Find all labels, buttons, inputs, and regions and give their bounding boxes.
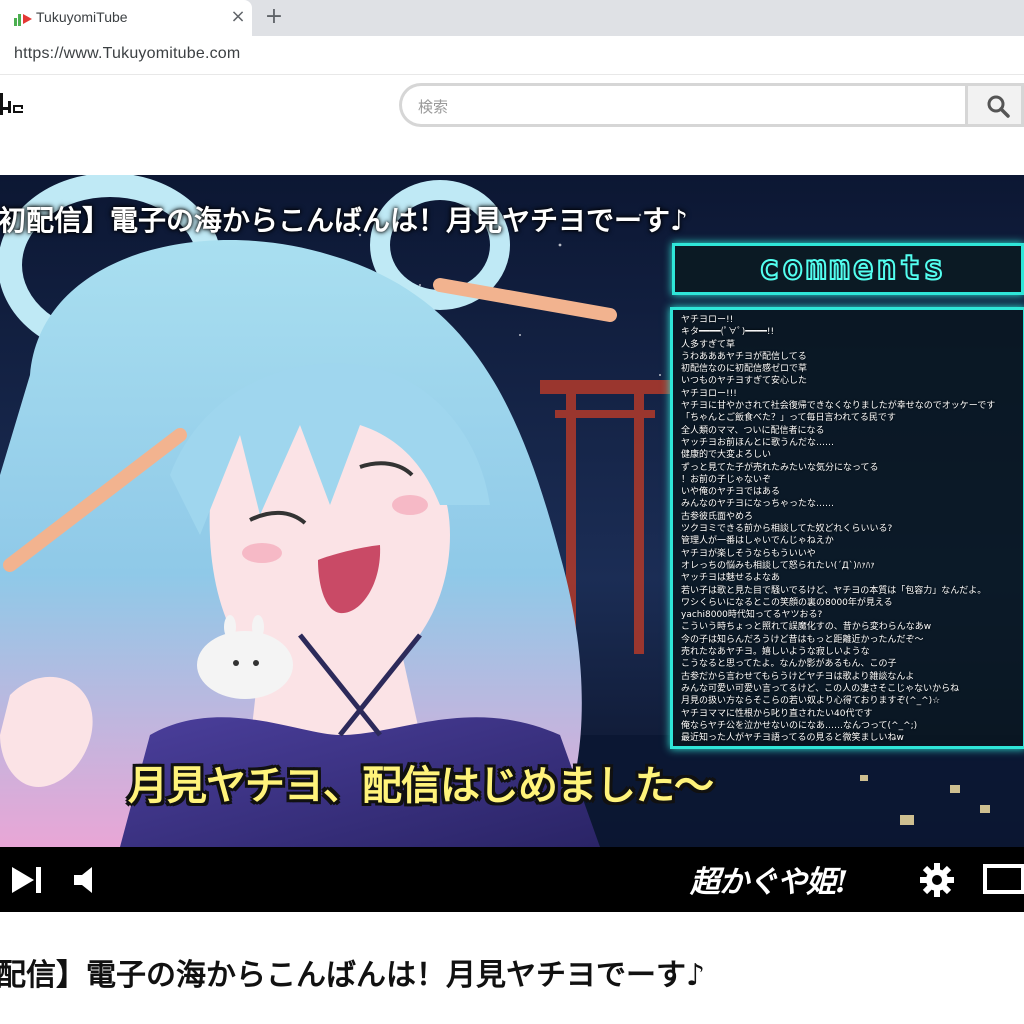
comment-item: ヤッチヨお前ほんとに歌うんだな…… [681, 437, 835, 448]
site-logo[interactable] [0, 89, 30, 119]
comment-item: 「ちゃんとご飯食べた？」って毎日言われてる民です [681, 413, 896, 424]
browser-tab[interactable]: TukuyomiTube × [0, 0, 252, 36]
tab-title: TukuyomiTube [36, 9, 128, 25]
comment-item: ！お前の子じゃないぞ [681, 474, 772, 485]
comment-item: 若い子は歌と見た目で騒いでるけど、ヤチヨの本質は「包容力」なんだよ。 [681, 585, 987, 596]
site-header [0, 75, 1024, 145]
comments-panel: comments ヤチヨロー!! キタ━━━━(ﾟ∀ﾟ)━━━━!! 人多すぎて草う… [668, 239, 1024, 749]
search-box [399, 83, 965, 127]
comment-list: ヤチヨロー!! キタ━━━━(ﾟ∀ﾟ)━━━━!! 人多すぎて草 うわあああヤチヨが配… [673, 310, 1023, 744]
comment-item: キタ━━━━(ﾟ∀ﾟ)━━━━!! [681, 327, 775, 338]
comment-item: ヤッチヨは魅せるよなあ [681, 573, 781, 584]
search-button[interactable] [965, 83, 1024, 127]
comment-item: 人多すぎて草 [681, 339, 736, 350]
address-bar[interactable]: https://www.Tukuyomitube.com [0, 36, 1024, 75]
comment-item: 俺ならヤチ公を泣かせないのになあ……なんつって(^_^;) [681, 720, 918, 731]
comment-item: 売れたなあヤチヨ。嬉しいような寂しいような [681, 647, 870, 658]
comment-item: みんなのヤチヨになっちゃったな…… [681, 499, 835, 510]
video-title: 配信】電子の海からこんばんは！月見ヤチヨでーす♪ [0, 958, 706, 993]
comment-item: いつものヤチヨすぎて安心した [681, 376, 808, 387]
brand-logo: 超かぐや姫! [690, 865, 848, 900]
comments-body: ヤチヨロー!! キタ━━━━(ﾟ∀ﾟ)━━━━!! 人多すぎて草 うわあああヤチヨが配… [670, 307, 1024, 749]
video-player[interactable]: 初配信】電子の海からこんばんは！月見ヤチヨでーす♪ comments ヤチヨロー… [0, 175, 1024, 912]
search-input[interactable] [416, 94, 940, 120]
comment-item: 月見の扱い方ならそこらの若い奴より心得ておりますぞ(^_^)☆ [681, 696, 941, 707]
comment-item: こうなると思ってたよ。なんか影があるもん、この子 [681, 659, 897, 670]
comment-item: 健康的で大変よろしい [681, 450, 772, 461]
overlay-stream-title: 初配信】電子の海からこんばんは！月見ヤチヨでーす♪ [0, 204, 688, 237]
comment-item: ワシくらいになるとこの笑顔の裏の8000年が見える [681, 597, 893, 608]
comment-item: 古参だから言わせてもらうけどヤチヨは歌より雑談なんよ [681, 671, 915, 682]
comment-item: 今の子は知らんだろうけど昔はもっと距離近かったんだぞ～ [681, 634, 924, 645]
search-icon [987, 95, 1010, 118]
comment-item: ヤチヨロー!! [681, 315, 734, 325]
comment-item: ツクヨミできる前から相談してた奴どれくらいいる? [681, 524, 893, 535]
comment-item: オレっちの悩みも相談して怒られたい(´Д`)ﾊｧﾊｧ [681, 560, 875, 571]
comment-item: こういう時ちょっと照れて誤魔化すの、昔から変わらんなあw [681, 622, 932, 633]
comment-item: ヤチヨママに性根から叱り直されたい40代です [681, 708, 873, 719]
comment-item: 全人類のママ、ついに配信者になる [681, 425, 825, 436]
comment-item: いや俺のヤチヨではある [681, 487, 781, 498]
fullscreen-icon[interactable] [982, 863, 1024, 899]
comment-item: 最近知った人がヤチヨ語ってるの見ると微笑ましいねw [681, 733, 904, 744]
comment-item: ヤチヨが楽しそうならもういいや [681, 548, 816, 559]
comments-header-label: comments [758, 247, 947, 289]
comment-item: 古参彼氏面やめろ [681, 511, 754, 522]
player-controls: 超かぐや姫! [0, 847, 1024, 912]
volume-icon[interactable] [72, 865, 104, 899]
favicon-icon [14, 11, 32, 26]
stream-caption: 月見ヤチヨ、配信はじめました～ [128, 763, 714, 809]
comment-item: ヤチヨに甘やかされて社会復帰できなくなりましたが幸せなのでオッケーです [681, 401, 996, 412]
comment-item: 管理人が一番はしゃいでんじゃねえか [681, 536, 834, 547]
comment-item: yachi8000時代知ってるヤツおる? [681, 610, 823, 621]
close-icon[interactable]: × [228, 6, 248, 28]
skip-next-icon[interactable] [10, 865, 44, 899]
comment-item: ずっと見てた子が売れたみたいな気分になってる [681, 462, 879, 473]
url-text[interactable]: https://www.Tukuyomitube.com [14, 45, 240, 63]
comment-item: うわあああヤチヨが配信してる [681, 351, 807, 362]
comment-item: ヤチヨロー!!! [681, 388, 737, 399]
comment-item: 初配信なのに初配信感ゼロで草 [681, 364, 808, 375]
browser-tab-bar: TukuyomiTube × + [0, 0, 1024, 36]
comments-header: comments [672, 243, 1024, 295]
plus-icon[interactable]: + [262, 4, 286, 30]
comment-item: みんな可愛い可愛い言ってるけど、この人の凄さそこじゃないからね [681, 683, 960, 694]
settings-gear-icon[interactable] [918, 861, 956, 903]
